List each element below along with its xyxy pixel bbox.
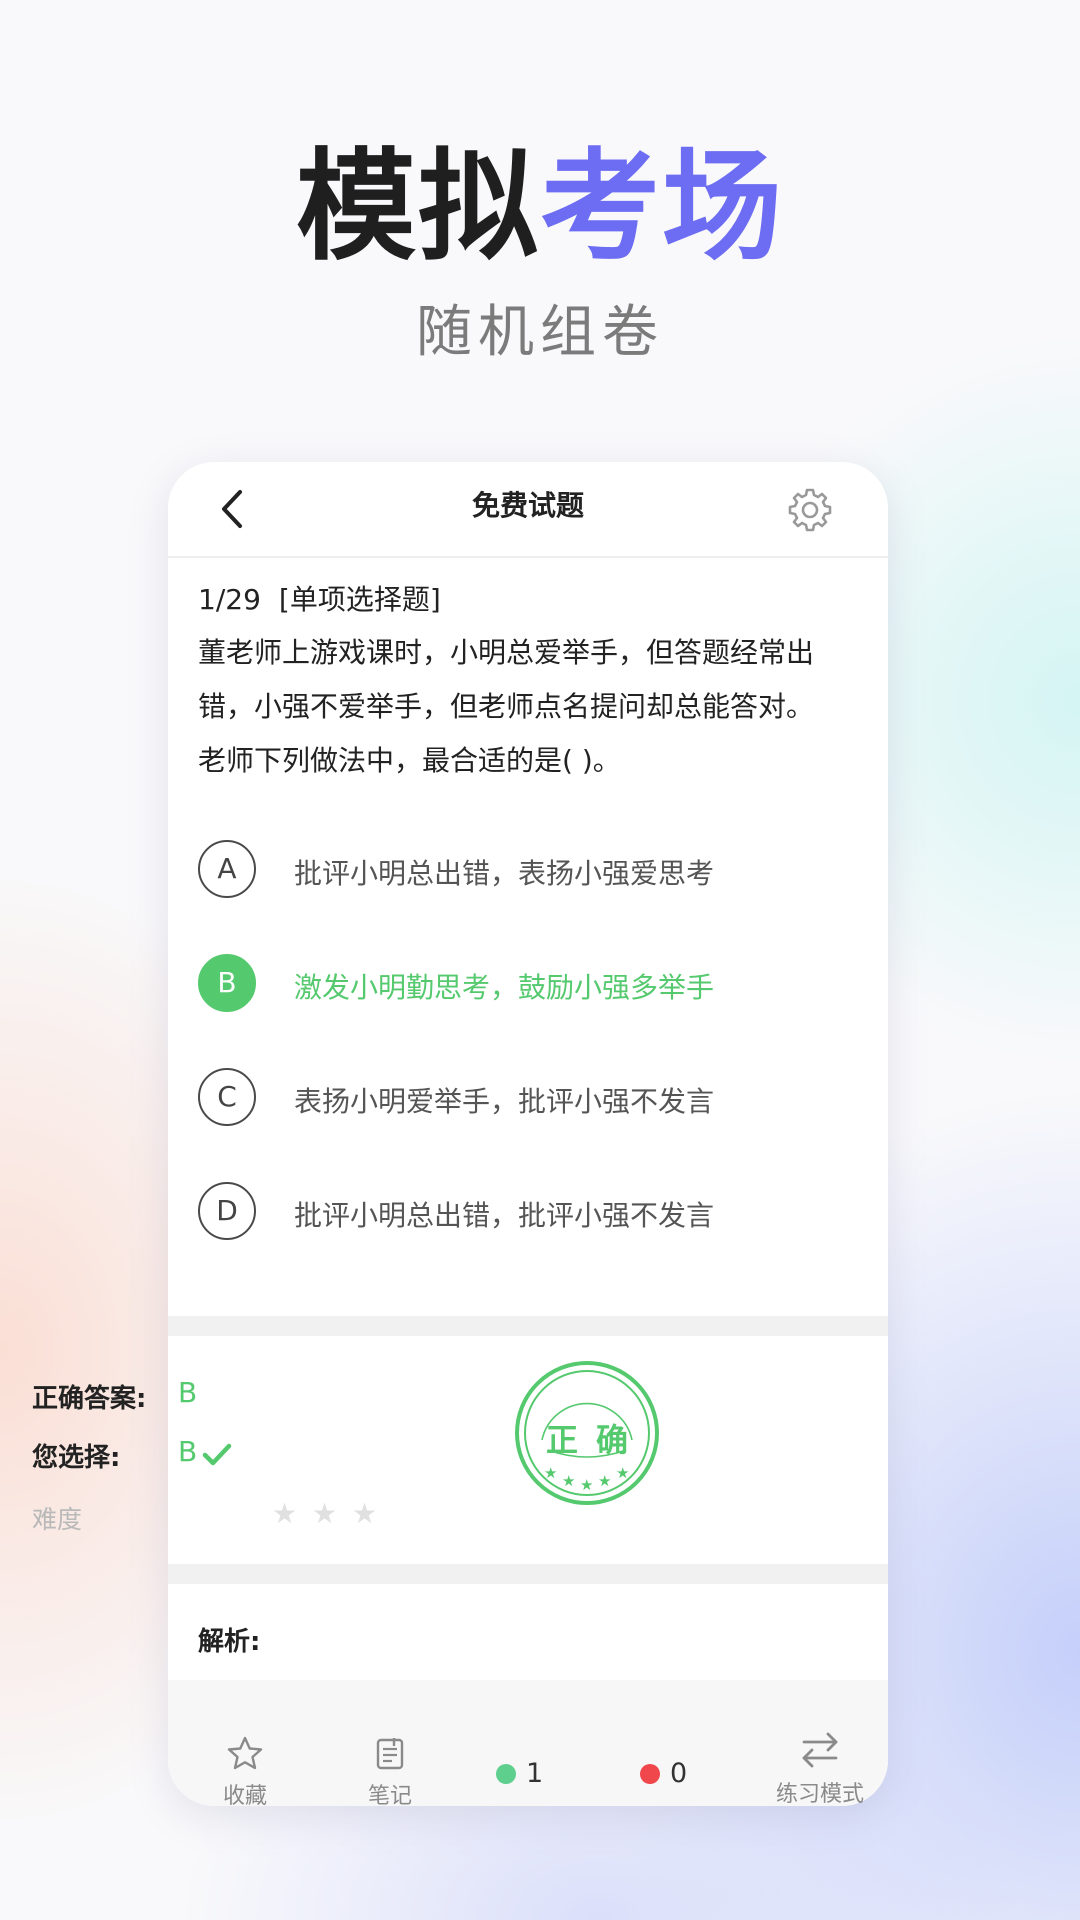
option-text: 激发小明勤思考，鼓励小强多举手 [294, 971, 715, 1004]
chosen-answer-value: B [178, 1435, 198, 1468]
svg-text:★: ★ [598, 1472, 611, 1490]
chosen-answer-label: 您选择: [32, 1443, 121, 1473]
question-line: 董老师上游戏课时，小明总爱举手，但答题经常出 [198, 636, 815, 669]
page-title: 免费试题 [471, 489, 584, 522]
wrong-dot-icon [640, 1763, 660, 1784]
difficulty-star-icon: ★ [312, 1497, 338, 1530]
option-a[interactable]: A 批评小明总出错，表扬小强爱思考 [198, 840, 858, 904]
correct-dot-icon [496, 1763, 516, 1784]
svg-text:★: ★ [544, 1464, 557, 1482]
option-text: 批评小明总出错，批评小强不发言 [294, 1199, 715, 1232]
option-text: 批评小明总出错，表扬小强爱思考 [294, 857, 715, 890]
star-outline-icon [227, 1736, 263, 1770]
correct-answer-value: B [178, 1376, 198, 1409]
question-index: 1/29 [198, 583, 261, 616]
section-divider [168, 1564, 888, 1584]
nav-bar: 免费试题 [168, 462, 888, 558]
swap-arrows-icon [802, 1732, 838, 1768]
hero-title: 模拟考场 [0, 148, 1080, 268]
gear-icon [788, 488, 832, 532]
hero-title-accent: 考场 [540, 138, 784, 277]
wrong-counter[interactable]: 0 [640, 1758, 710, 1789]
difficulty-label: 难度 [32, 1505, 83, 1534]
section-divider [168, 1316, 888, 1336]
check-icon [202, 1443, 232, 1466]
option-letter: C [198, 1068, 256, 1126]
option-d[interactable]: D 批评小明总出错，批评小强不发言 [198, 1182, 858, 1246]
stamp-text: 正确 [545, 1421, 646, 1459]
question-line: 错，小强不爱举手，但老师点名提问却总能答对。 [198, 690, 815, 723]
question-type: [单项选择题] [278, 583, 441, 616]
hero-title-dark: 模拟 [296, 138, 540, 277]
practice-mode-label: 练习模式 [775, 1782, 864, 1807]
favorite-label: 收藏 [222, 1784, 267, 1809]
settings-button[interactable] [784, 484, 836, 536]
difficulty-star-icon: ★ [272, 1497, 298, 1530]
correct-answer-label: 正确答案: [32, 1384, 147, 1414]
option-b[interactable]: B 激发小明勤思考，鼓励小强多举手 [198, 954, 858, 1018]
question-meta: 1/29 [单项选择题] [198, 578, 441, 618]
option-letter: A [198, 840, 256, 898]
option-c[interactable]: C 表扬小明爱举手，批评小强不发言 [198, 1068, 858, 1132]
svg-text:★: ★ [562, 1472, 575, 1490]
phone-mockup: 免费试题 1/29 [单项选择题] 董老师上游戏课时，小明总爱举手，但答题经常出 … [168, 462, 888, 1806]
notes-icon [376, 1738, 404, 1770]
svg-text:★: ★ [616, 1464, 629, 1482]
notes-button[interactable]: 笔记 [350, 1734, 430, 1810]
question-text: 董老师上游戏课时，小明总爱举手，但答题经常出 错，小强不爱举手，但老师点名提问却… [198, 626, 858, 788]
correct-count: 1 [526, 1758, 544, 1789]
option-letter: D [198, 1182, 256, 1240]
svg-text:★: ★ [580, 1476, 593, 1494]
correct-counter[interactable]: 1 [496, 1758, 566, 1789]
option-text: 表扬小明爱举手，批评小强不发言 [294, 1085, 715, 1118]
practice-mode-button[interactable]: 练习模式 [770, 1728, 870, 1808]
wrong-count: 0 [670, 1758, 688, 1789]
option-letter: B [198, 954, 256, 1012]
notes-label: 笔记 [367, 1784, 412, 1809]
analysis-label: 解析: [198, 1627, 261, 1657]
favorite-button[interactable]: 收藏 [205, 1734, 285, 1810]
difficulty-star-icon: ★ [352, 1497, 378, 1530]
question-line: 老师下列做法中，最合适的是( )。 [198, 744, 621, 777]
hero-subtitle: 随机组卷 [416, 300, 664, 365]
